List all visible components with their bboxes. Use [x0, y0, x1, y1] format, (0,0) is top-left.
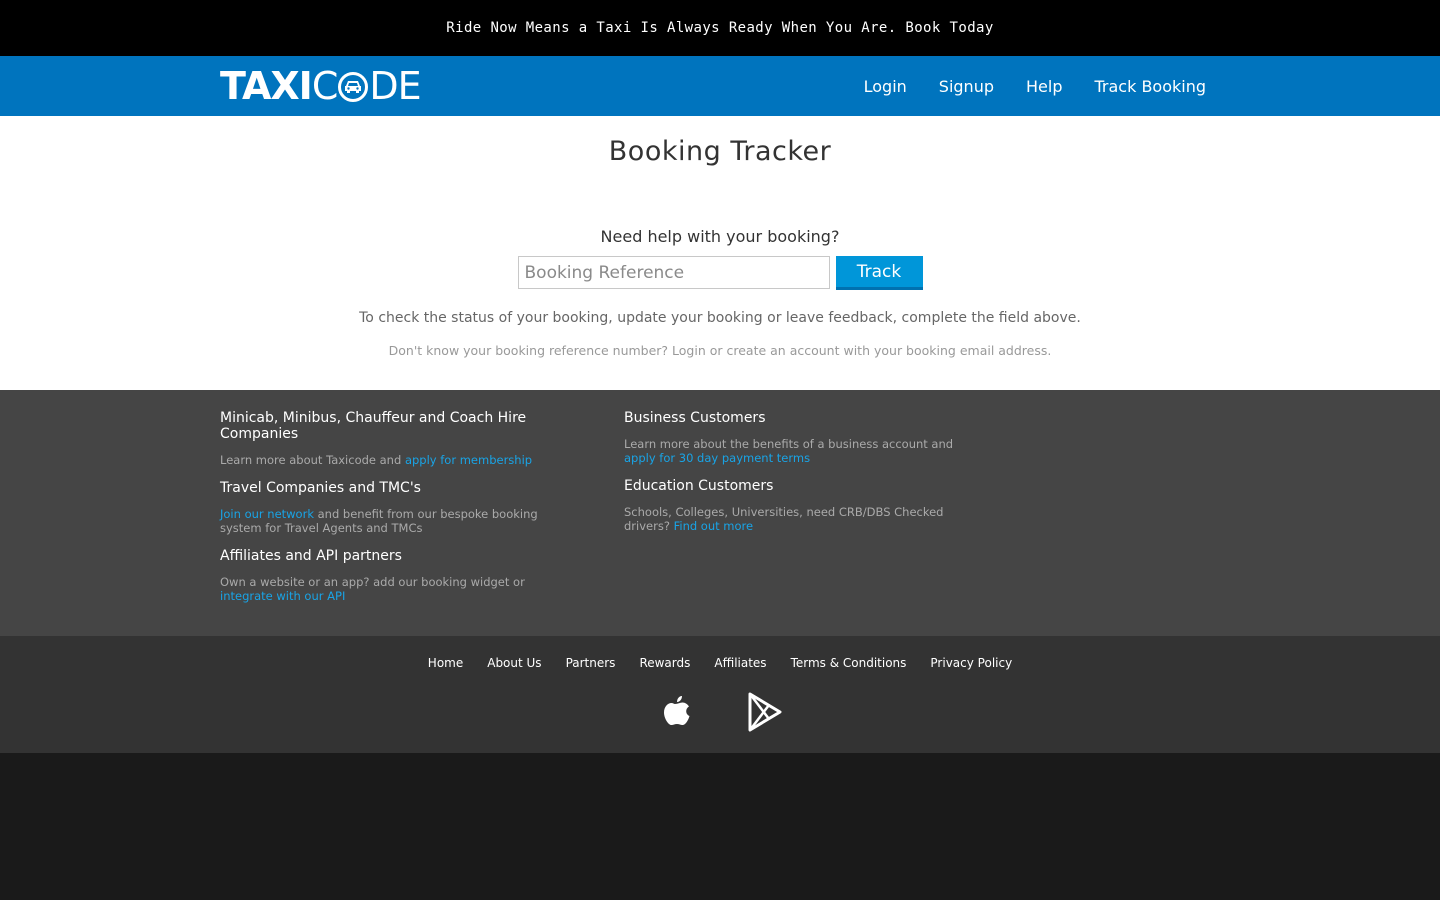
promo-text: Ride Now Means a Taxi Is Always Ready Wh…: [446, 20, 994, 36]
footer-nav: Home About Us Partners Rewards Affiliate…: [0, 636, 1440, 753]
footer-links: Home About Us Partners Rewards Affiliate…: [0, 636, 1440, 670]
footer-link-affiliates[interactable]: Affiliates: [714, 656, 766, 670]
footer-info: Minicab, Minibus, Chauffeur and Coach Hi…: [0, 390, 1440, 636]
promo-banner: Ride Now Means a Taxi Is Always Ready Wh…: [0, 0, 1440, 56]
booking-tracker-section: Booking Tracker Need help with your book…: [0, 116, 1440, 390]
footer-heading: Travel Companies and TMC's: [220, 480, 421, 496]
footer-link-terms[interactable]: Terms & Conditions: [791, 656, 907, 670]
footer-text: Join our network and benefit from our be…: [220, 507, 570, 535]
footer-heading: Education Customers: [624, 478, 774, 494]
booking-reference-input[interactable]: [517, 256, 830, 289]
tracking-form: Track: [0, 256, 1440, 290]
page-title: Booking Tracker: [608, 136, 832, 167]
footer-link-rewards[interactable]: Rewards: [639, 656, 690, 670]
footer-text-pre: Learn more about the benefits of a busin…: [624, 437, 954, 451]
footer-column-2: Business Customers Learn more about the …: [624, 410, 1028, 616]
logo-text-c: C: [311, 64, 339, 108]
footer-text: Schools, Colleges, Universities, need CR…: [624, 505, 974, 533]
footer-column-1: Minicab, Minibus, Chauffeur and Coach Hi…: [220, 410, 624, 616]
footer-text: Learn more about the benefits of a busin…: [624, 437, 974, 465]
apply-membership-link[interactable]: apply for membership: [405, 453, 532, 467]
footer-block-education: Education Customers Schools, Colleges, U…: [624, 478, 1028, 533]
footer-heading: Minicab, Minibus, Chauffeur and Coach Hi…: [220, 410, 527, 442]
footer-block-affiliates: Affiliates and API partners Own a websit…: [220, 548, 624, 603]
help-question: Need help with your booking?: [600, 227, 840, 246]
taxicode-logo[interactable]: TAXI C DE: [220, 56, 422, 116]
footer-block-travel: Travel Companies and TMC's Join our netw…: [220, 480, 624, 535]
integrate-api-link[interactable]: integrate with our API: [220, 589, 345, 603]
logo-text-taxi: TAXI: [220, 64, 313, 108]
footer-block-business: Business Customers Learn more about the …: [624, 410, 1028, 465]
footer-link-partners[interactable]: Partners: [566, 656, 616, 670]
site-header: TAXI C DE Login Signup Help Track Bookin…: [0, 56, 1440, 116]
nav-login[interactable]: Login: [864, 77, 907, 96]
payment-terms-link[interactable]: apply for 30 day payment terms: [624, 451, 810, 465]
footer-text: Own a website or an app? add our booking…: [220, 575, 570, 603]
footer-heading: Affiliates and API partners: [220, 548, 402, 564]
app-store-links: [0, 690, 1440, 734]
footer-block-operators: Minicab, Minibus, Chauffeur and Coach Hi…: [220, 410, 624, 467]
page-bottom-area: [0, 753, 1440, 900]
nav-track-booking[interactable]: Track Booking: [1094, 77, 1206, 96]
footer-text-pre: Learn more about Taxicode and: [220, 453, 405, 467]
reference-hint-text: Don't know your booking reference number…: [388, 343, 1052, 358]
footer-text-pre: Own a website or an app? add our booking…: [220, 575, 525, 589]
track-button[interactable]: Track: [835, 256, 923, 290]
footer-link-about[interactable]: About Us: [487, 656, 541, 670]
google-play-icon[interactable]: [745, 690, 785, 734]
footer-text: Learn more about Taxicode and apply for …: [220, 453, 570, 467]
join-network-link[interactable]: Join our network: [220, 507, 314, 521]
footer-link-home[interactable]: Home: [428, 656, 463, 670]
nav-help[interactable]: Help: [1026, 77, 1062, 96]
main-nav: Login Signup Help Track Booking: [864, 77, 1220, 96]
footer-heading: Business Customers: [624, 410, 766, 426]
footer-link-privacy[interactable]: Privacy Policy: [930, 656, 1012, 670]
instructions-text: To check the status of your booking, upd…: [359, 310, 1081, 326]
footer-text-pre: Schools, Colleges, Universities, need CR…: [624, 505, 944, 533]
nav-signup[interactable]: Signup: [939, 77, 994, 96]
find-out-more-link[interactable]: Find out more: [674, 519, 754, 533]
apple-icon[interactable]: [655, 690, 695, 734]
logo-text-de: DE: [369, 64, 421, 108]
taxi-car-icon: [338, 72, 369, 102]
